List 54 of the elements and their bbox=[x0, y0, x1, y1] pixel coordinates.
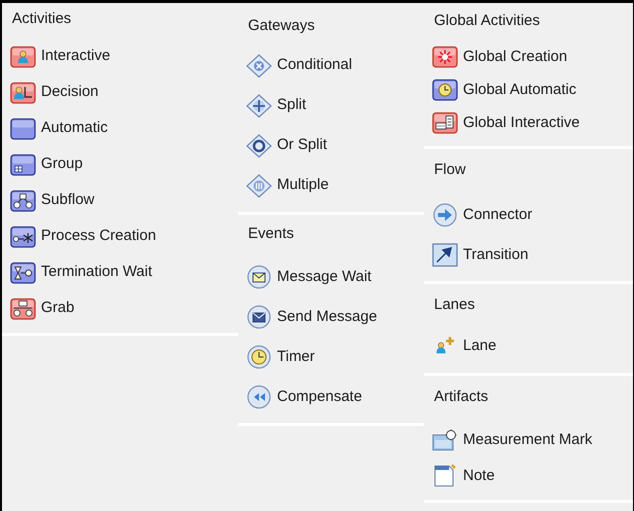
transition-icon[interactable] bbox=[432, 243, 458, 267]
split-icon[interactable] bbox=[246, 94, 272, 118]
note-icon[interactable] bbox=[432, 464, 458, 488]
group-icon[interactable] bbox=[10, 152, 36, 176]
automatic-icon[interactable] bbox=[10, 116, 36, 140]
timer-icon[interactable] bbox=[246, 345, 272, 369]
section-title: Artifacts bbox=[434, 388, 488, 404]
palette-item[interactable]: Group bbox=[41, 153, 83, 176]
wait-icon[interactable] bbox=[10, 260, 36, 284]
palette-item[interactable]: Timer bbox=[277, 346, 315, 368]
section-title: Global Activities bbox=[434, 12, 540, 29]
orsplit-icon[interactable] bbox=[246, 134, 272, 158]
connector-icon[interactable] bbox=[432, 203, 458, 227]
palette-item[interactable]: Termination Wait bbox=[41, 261, 152, 284]
palette-item[interactable]: Global Interactive bbox=[463, 112, 580, 134]
palette-item[interactable]: Or Split bbox=[277, 134, 328, 157]
globalcreation-icon[interactable] bbox=[432, 45, 458, 69]
section-title: Lanes bbox=[434, 296, 475, 313]
palette-item[interactable]: Subflow bbox=[41, 189, 94, 212]
palette-item[interactable]: Message Wait bbox=[277, 266, 372, 288]
subflow-icon[interactable] bbox=[10, 188, 36, 212]
section-title: Flow bbox=[434, 160, 466, 178]
palette-item[interactable]: Automatic bbox=[41, 117, 108, 140]
messagewait-icon[interactable] bbox=[246, 265, 272, 289]
palette-item[interactable]: Process Creation bbox=[41, 225, 156, 248]
multiple-icon[interactable] bbox=[246, 174, 272, 198]
palette-item[interactable]: Note bbox=[463, 464, 495, 488]
conditional-icon[interactable] bbox=[246, 54, 272, 78]
palette-item[interactable]: Lane bbox=[463, 335, 496, 358]
globalinteractive-icon[interactable] bbox=[432, 111, 458, 135]
sendmessage-icon[interactable] bbox=[246, 305, 272, 329]
palette-item[interactable]: Split bbox=[277, 94, 306, 117]
decision-icon[interactable] bbox=[10, 80, 36, 104]
section-title: Gateways bbox=[248, 17, 315, 34]
palette-item[interactable]: Grab bbox=[41, 297, 74, 320]
palette-item[interactable]: Compensate bbox=[277, 386, 362, 408]
globalautomatic-icon[interactable] bbox=[432, 78, 458, 102]
palette-item[interactable]: Transition bbox=[463, 244, 528, 266]
grab-icon[interactable] bbox=[10, 296, 36, 320]
palette-item[interactable]: Global Automatic bbox=[463, 78, 576, 102]
palette-item[interactable]: Interactive bbox=[41, 45, 110, 68]
measurement-icon[interactable] bbox=[432, 428, 458, 452]
compensate-icon[interactable] bbox=[246, 385, 272, 409]
interactive-icon[interactable] bbox=[10, 44, 36, 68]
palette-item[interactable]: Global Creation bbox=[463, 46, 568, 68]
palette-item[interactable]: Decision bbox=[41, 81, 99, 104]
section-title: Events bbox=[248, 224, 294, 242]
palette-item[interactable]: Measurement Mark bbox=[463, 428, 592, 452]
palette-item[interactable]: Connector bbox=[463, 204, 532, 226]
section-title: Activities bbox=[12, 10, 72, 27]
palette-item[interactable]: Send Message bbox=[277, 306, 378, 328]
creation-icon[interactable] bbox=[10, 224, 36, 248]
palette-item[interactable]: Conditional bbox=[277, 54, 352, 77]
palette-item[interactable]: Multiple bbox=[277, 174, 329, 197]
